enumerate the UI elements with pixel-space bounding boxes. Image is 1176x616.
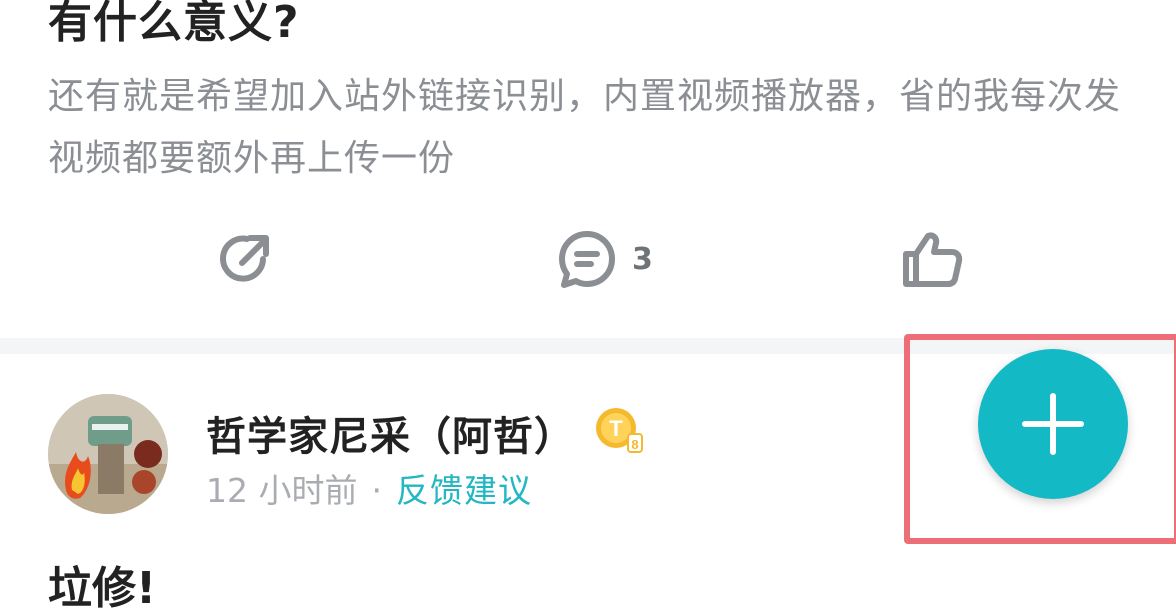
comment-button[interactable]: 3 [556, 224, 653, 294]
post-meta: 12 小时前 · 反馈建议 [206, 464, 532, 512]
share-button[interactable] [214, 224, 274, 294]
post-time: 12 小时前 [206, 471, 358, 510]
like-button[interactable] [900, 224, 964, 294]
meta-separator: · [371, 471, 382, 510]
comment-count: 3 [632, 241, 653, 277]
post-body: 还有就是希望加入站外链接识别，内置视频播放器，省的我每次发视频都要额外再上传一份 [48, 76, 1122, 179]
plus-icon [1022, 393, 1084, 455]
badge-level: 8 [631, 437, 638, 452]
avatar[interactable] [48, 394, 168, 514]
badge-letter: T [609, 416, 623, 441]
comment-bubble-icon [559, 231, 615, 288]
category-link[interactable]: 反馈建议 [396, 471, 532, 510]
post-title: 有什么意义? [48, 0, 300, 48]
level-badge-icon: T 8 [596, 408, 643, 453]
thumbs-up-icon [903, 232, 963, 287]
next-post-title: 垃修! [48, 563, 157, 614]
author-name[interactable]: 哲学家尼采（阿哲） [206, 404, 575, 462]
create-post-button[interactable] [978, 349, 1128, 499]
share-arrow-icon [220, 235, 269, 282]
